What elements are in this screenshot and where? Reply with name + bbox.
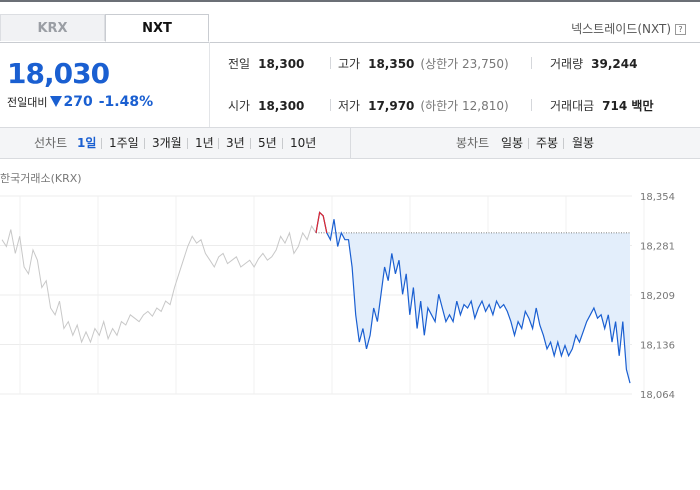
candle-monthly[interactable]: 월봉 [572, 128, 594, 158]
period-3y[interactable]: 3년 [226, 128, 245, 158]
krx-price-line [1, 224, 317, 344]
period-1d[interactable]: 1일 [77, 128, 96, 158]
stat-value: 18,300 [258, 99, 305, 113]
divider [350, 128, 351, 158]
exchange-info: 넥스트레이드(NXT)? [571, 20, 686, 37]
divider [187, 138, 188, 149]
period-1w[interactable]: 1주일 [109, 128, 139, 158]
divider [218, 138, 219, 149]
stat-label: 전일 [228, 57, 251, 71]
y-tick-label: 18,064 [640, 390, 675, 400]
stat-label: 거래대금 [550, 99, 595, 113]
period-10y[interactable]: 10년 [290, 128, 316, 158]
y-tick-label: 18,354 [640, 192, 675, 203]
change-row: 전일대비 270 -1.48% [7, 94, 153, 110]
stat-label: 고가 [338, 57, 361, 71]
candle-chart-label: 봉차트 [456, 136, 490, 150]
line-chart-label: 선차트 [34, 136, 68, 150]
divider [531, 99, 532, 111]
change-value: 270 [63, 94, 93, 110]
divider [209, 42, 210, 127]
tab-nxt[interactable]: NXT [105, 14, 209, 42]
market-tabs: KRX NXT 넥스트레이드(NXT)? [0, 14, 700, 43]
stat-trade-value: 거래대금 714 백만 [550, 97, 653, 114]
stat-value: 18,300 [258, 57, 305, 71]
chart-toolbar: 선차트 1일 1주일 3개월 1년 3년 5년 10년 봉차트 일봉 주봉 월봉 [0, 127, 700, 159]
down-arrow-icon [50, 96, 63, 107]
period-1y[interactable]: 1년 [195, 128, 214, 158]
change-label: 전일대비 [7, 96, 48, 109]
stat-high: 고가 18,350 (상한가 23,750) [338, 55, 509, 72]
stat-open: 시가 18,300 [228, 97, 304, 114]
y-axis: 18,354 18,281 18,209 18,136 18,064 [640, 192, 675, 400]
stat-value: 18,350 [368, 57, 415, 71]
nxt-above-baseline-line [315, 211, 328, 234]
market-label: 한국거래소(KRX) [0, 172, 82, 185]
change-percent: -1.48% [98, 94, 154, 110]
stat-sub: (상한가 23,750) [420, 57, 509, 71]
divider [528, 138, 529, 149]
stat-low: 저가 17,970 (하한가 12,810) [338, 97, 509, 114]
divider [144, 138, 145, 149]
divider [250, 138, 251, 149]
stat-value: 714 백만 [602, 99, 654, 113]
help-icon[interactable]: ? [675, 24, 686, 35]
y-tick-label: 18,209 [640, 291, 675, 302]
price-chart: 18,354 18,281 18,209 18,136 18,064 [0, 192, 675, 400]
stat-label: 시가 [228, 99, 251, 113]
divider [330, 99, 331, 111]
divider [563, 138, 564, 149]
divider [330, 57, 331, 69]
stat-sub: (하한가 12,810) [420, 99, 509, 113]
tab-krx[interactable]: KRX [0, 14, 105, 41]
period-5y[interactable]: 5년 [258, 128, 277, 158]
divider [101, 138, 102, 149]
stat-label: 저가 [338, 99, 361, 113]
stat-value: 17,970 [368, 99, 415, 113]
current-price: 18,030 [7, 57, 110, 90]
exchange-label: 넥스트레이드(NXT) [571, 22, 671, 36]
period-3m[interactable]: 3개월 [152, 128, 182, 158]
stat-prev-close: 전일 18,300 [228, 55, 304, 72]
candle-weekly[interactable]: 주봉 [536, 128, 558, 158]
divider [282, 138, 283, 149]
y-tick-label: 18,136 [640, 341, 675, 352]
candle-daily[interactable]: 일봉 [501, 128, 523, 158]
stat-label: 거래량 [550, 57, 584, 71]
top-border [0, 0, 700, 2]
stat-volume: 거래량 39,244 [550, 55, 637, 72]
stat-value: 39,244 [591, 57, 638, 71]
y-tick-label: 18,281 [640, 242, 675, 253]
divider [531, 57, 532, 69]
